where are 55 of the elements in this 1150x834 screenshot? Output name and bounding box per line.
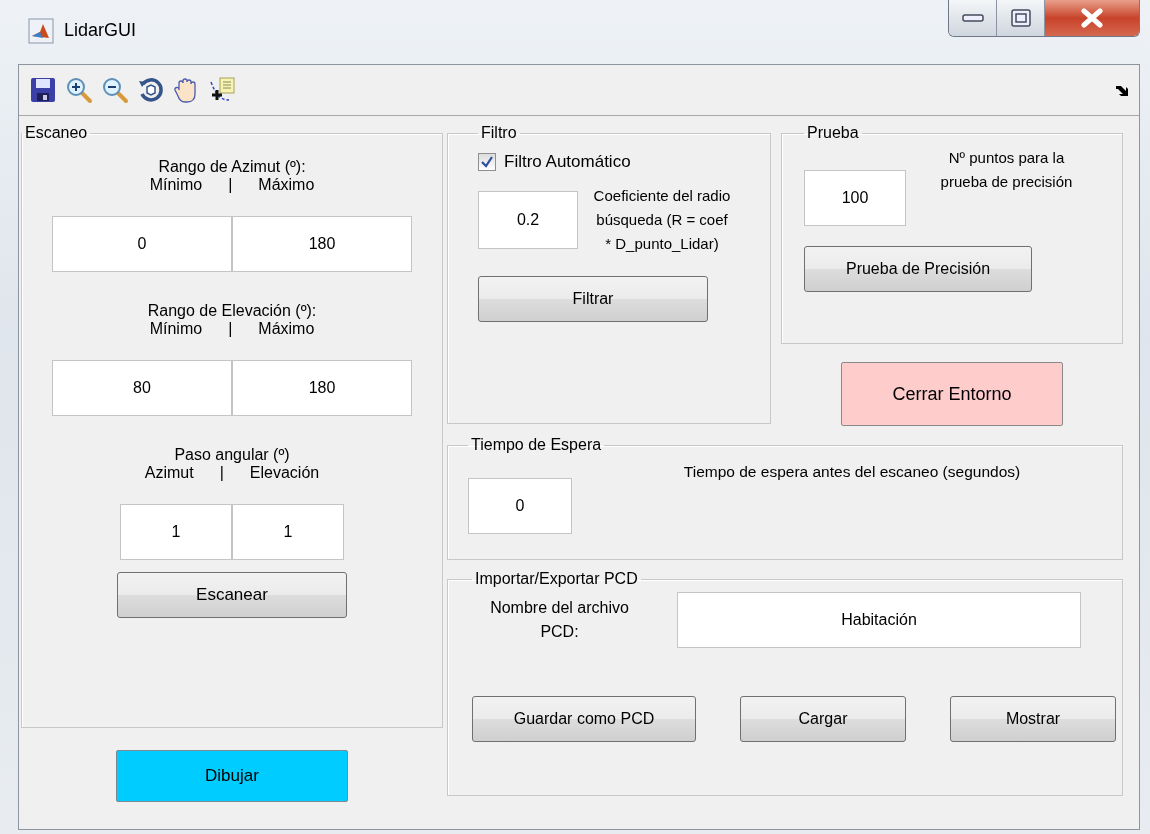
number-field[interactable]: 0: [52, 216, 232, 272]
close-button[interactable]: [1045, 0, 1139, 36]
window-title: LidarGUI: [64, 20, 137, 41]
filename-field[interactable]: Habitación: [677, 592, 1081, 648]
number-field[interactable]: 0: [468, 478, 572, 534]
column-label: Máximo: [258, 320, 315, 338]
scan-button[interactable]: Escanear: [117, 572, 347, 618]
field-description: Tiempo de espera antes del escaneo (segundos): [682, 462, 1022, 482]
action-button[interactable]: Guardar como PCD: [472, 696, 696, 742]
column-label: Azimut: [144, 464, 194, 482]
data-cursor-icon[interactable]: [209, 76, 237, 104]
action-button[interactable]: Mostrar: [950, 696, 1116, 742]
checkbox-label: Filtro Automático: [504, 152, 631, 172]
checkbox[interactable]: [478, 153, 496, 171]
number-field[interactable]: 100: [804, 170, 906, 226]
maximize-button[interactable]: [997, 0, 1045, 36]
field-description: Coeficiente del radio búsqueda (R = coef * D_punto_Lidar): [592, 186, 732, 254]
panel-title: Tiempo de Espera: [470, 436, 603, 454]
panel-title: Prueba: [806, 124, 860, 142]
number-field[interactable]: 80: [52, 360, 232, 416]
rotate-3d-icon[interactable]: [137, 76, 165, 104]
separator-text: |: [228, 320, 233, 338]
app-icon: [28, 18, 54, 44]
column-label: Mínimo: [149, 320, 203, 338]
number-field[interactable]: 1: [232, 504, 344, 560]
minimize-button[interactable]: [949, 0, 997, 36]
filter-button[interactable]: Filtrar: [478, 276, 708, 322]
group-heading: Rango de Azimut (º):: [158, 158, 306, 176]
group-heading: Paso angular (º): [174, 446, 290, 464]
field-description: Nº puntos para la prueba de precisión: [939, 148, 1074, 192]
close-environment-button[interactable]: Cerrar Entorno: [841, 362, 1063, 426]
number-field[interactable]: 1: [120, 504, 232, 560]
zoom-in-icon[interactable]: [65, 76, 93, 104]
close-icon: [1080, 8, 1104, 28]
number-field[interactable]: 0.2: [478, 191, 578, 249]
zoom-out-icon[interactable]: [101, 76, 129, 104]
precision-test-button[interactable]: Prueba de Precisión: [804, 246, 1032, 292]
field-label: Nombre del archivo PCD:: [489, 598, 630, 642]
minimize-icon: [961, 13, 984, 23]
separator-text: |: [219, 464, 224, 482]
group-heading: Rango de Elevación (º):: [147, 302, 317, 320]
action-button[interactable]: Cargar: [740, 696, 906, 742]
separator-text: |: [228, 176, 233, 194]
panel-title: Filtro: [480, 124, 518, 142]
panel-title: Importar/Exportar PCD: [474, 570, 639, 588]
column-label: Máximo: [258, 176, 315, 194]
maximize-icon: [1010, 9, 1031, 27]
arrow-icon[interactable]: [1115, 83, 1129, 97]
number-field[interactable]: 180: [232, 216, 412, 272]
panel-title: Escaneo: [24, 124, 89, 142]
save-icon[interactable]: [29, 76, 57, 104]
column-label: Elevación: [249, 464, 320, 482]
number-field[interactable]: 180: [232, 360, 412, 416]
draw-button[interactable]: Dibujar: [116, 750, 348, 802]
column-label: Mínimo: [149, 176, 203, 194]
